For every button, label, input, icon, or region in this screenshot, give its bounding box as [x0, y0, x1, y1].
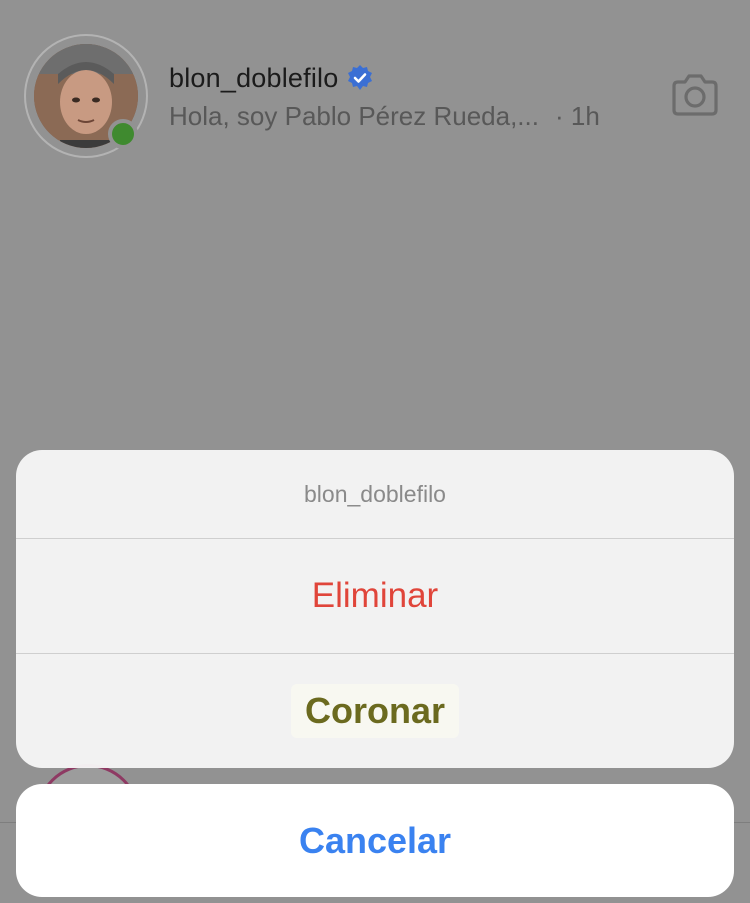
message-preview: Hola, soy Pablo Pérez Rueda,... · 1h	[169, 101, 600, 132]
verified-badge-icon	[348, 65, 373, 90]
camera-icon[interactable]	[670, 72, 720, 118]
delete-button[interactable]: Eliminar	[16, 539, 734, 654]
username-line: blon_doblefilo	[169, 62, 374, 94]
crown-button[interactable]: Coronar	[16, 654, 734, 768]
message-time: · 1h	[554, 101, 600, 131]
cancel-button[interactable]: Cancelar	[16, 784, 734, 897]
crown-label: Coronar	[290, 684, 459, 738]
username: blon_doblefilo	[169, 62, 339, 93]
conversation-row[interactable]: blon_doblefilo Hola, soy Pablo Pérez Rue…	[0, 0, 750, 200]
action-sheet: blon_doblefilo Eliminar Coronar	[16, 450, 734, 768]
online-status-dot	[108, 119, 138, 149]
action-sheet-title: blon_doblefilo	[16, 450, 734, 539]
preview-text: Hola, soy Pablo Pérez Rueda,...	[169, 101, 539, 131]
